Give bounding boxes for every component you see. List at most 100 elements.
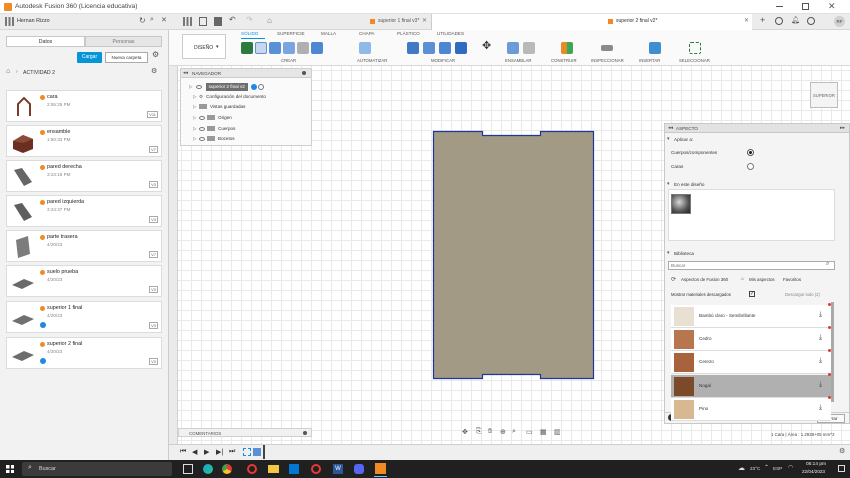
file-icon[interactable]: [199, 17, 207, 26]
discord-icon[interactable]: [354, 464, 364, 474]
user-avatar[interactable]: RF: [834, 16, 845, 27]
file-item[interactable]: cara 2:55:25 PM V11: [6, 90, 162, 122]
undo-icon[interactable]: ↶: [229, 15, 236, 24]
file-item[interactable]: parte trasera 4/20/23 V7: [6, 230, 162, 262]
fit-icon[interactable]: ⌕: [512, 428, 516, 436]
visibility-icon[interactable]: [199, 126, 205, 131]
taskbar-date[interactable]: 22/04/2023: [802, 469, 825, 474]
library-tab-fusion[interactable]: Aspectos de Fusion 360: [681, 277, 728, 282]
search-icon[interactable]: ⌕: [150, 16, 154, 24]
library-search-input[interactable]: [668, 261, 835, 270]
version-badge[interactable]: V7: [149, 251, 158, 258]
doc-tab-2[interactable]: superior 2 final v2* ✕: [432, 14, 752, 30]
browser-item-settings[interactable]: ▷ ⚙ Configuración del documento: [193, 92, 266, 101]
part-body[interactable]: [430, 128, 596, 382]
ribbon-group-label[interactable]: ENSAMBLAR: [505, 58, 532, 63]
search-icon[interactable]: ⌕: [826, 261, 829, 268]
library-tab-favorites[interactable]: Favoritos: [783, 277, 801, 282]
ribbon-tab[interactable]: CHAPA: [359, 31, 375, 36]
upload-button[interactable]: Cargar: [77, 52, 102, 63]
step-forward-icon[interactable]: ▶|: [216, 448, 228, 460]
ribbon-group-label[interactable]: CONSTRUIR: [551, 58, 577, 63]
new-tab-icon[interactable]: +: [760, 15, 765, 25]
notifications-center-icon[interactable]: [838, 465, 845, 472]
sketch-line-icon[interactable]: [255, 42, 267, 54]
store-icon[interactable]: [289, 464, 299, 474]
record-app-icon[interactable]: [247, 464, 257, 474]
pin-icon[interactable]: [302, 71, 306, 75]
fillet-icon[interactable]: [423, 42, 435, 54]
visibility-icon[interactable]: [199, 136, 205, 141]
language-indicator[interactable]: ESP: [773, 466, 782, 471]
version-badge[interactable]: V3: [149, 358, 158, 365]
browser-item-sketches[interactable]: ▷ Bocetos: [193, 134, 235, 143]
new-component-icon[interactable]: [507, 42, 519, 54]
ribbon-tab[interactable]: UTILIDADES: [437, 31, 464, 36]
windows-start-icon[interactable]: [6, 465, 14, 473]
refresh-icon[interactable]: ↻: [139, 16, 146, 25]
panel-collapse-icon[interactable]: ◂◂: [668, 125, 673, 131]
pattern-icon[interactable]: [311, 42, 323, 54]
file-item[interactable]: pared derecha 3:23:18 PM V3: [6, 160, 162, 192]
doc-tab-1[interactable]: superior 1 final v3* ✕: [340, 14, 432, 30]
task-view-icon[interactable]: [183, 464, 193, 474]
automate-icon[interactable]: [359, 42, 371, 54]
ribbon-tab[interactable]: SÓLIDO: [241, 31, 258, 36]
ribbon-group-label[interactable]: MODIFICAR: [431, 58, 455, 63]
collapse-icon[interactable]: ◂◂: [183, 70, 188, 76]
material-item[interactable]: Cerezo ⤓: [671, 349, 831, 374]
chamfer-icon[interactable]: [439, 42, 451, 54]
team-gear-icon[interactable]: ⚙: [151, 67, 157, 75]
timeline-settings-icon[interactable]: ⚙: [839, 447, 845, 455]
extrude-icon[interactable]: [269, 42, 281, 54]
tab-datos[interactable]: Datos: [6, 36, 85, 47]
opera-icon[interactable]: [311, 464, 321, 474]
comments-bar[interactable]: COMENTARIOS: [178, 428, 312, 437]
version-badge[interactable]: V11: [147, 111, 158, 118]
home-folder-icon[interactable]: ⌂: [6, 68, 10, 75]
notifications-icon[interactable]: 🔔︎: [791, 16, 800, 24]
version-badge[interactable]: V7: [149, 146, 158, 153]
file-item[interactable]: superior 1 final 4/20/23 V3: [6, 301, 162, 333]
file-item[interactable]: ensamble 1:50:33 PM V7: [6, 125, 162, 157]
doc-tab-2-close-icon[interactable]: ✕: [744, 17, 749, 24]
ribbon-group-label[interactable]: CREAR: [281, 58, 296, 63]
select-icon[interactable]: [689, 42, 701, 54]
ribbon-group-label[interactable]: AUTOMATIZAR: [357, 58, 387, 63]
download-all-link[interactable]: Descargar todo (2): [785, 292, 820, 297]
ribbon-tab[interactable]: MALLA: [321, 31, 336, 36]
browser-item-views[interactable]: ▷ Vistas guardadas: [193, 102, 245, 111]
help-icon[interactable]: [807, 17, 815, 25]
timeline-extrude-icon[interactable]: [253, 448, 261, 456]
ribbon-tab[interactable]: SUPERFICIE: [277, 31, 305, 36]
weather-text[interactable]: 23°C: [750, 466, 760, 471]
go-to-end-icon[interactable]: ⏭: [229, 448, 241, 460]
file-item[interactable]: suelo prueba 4/20/23 V3: [6, 265, 162, 297]
file-item[interactable]: pared izquierda 3:24:37 PM V3: [6, 195, 162, 227]
maximize-button[interactable]: [802, 3, 809, 10]
close-window-button[interactable]: ✕: [828, 1, 836, 12]
doc-tab-1-close-icon[interactable]: ✕: [422, 17, 427, 24]
wifi-icon[interactable]: ◠: [788, 464, 793, 471]
browser-item-bodies[interactable]: ▷ Cuerpos: [193, 124, 235, 133]
step-back-icon[interactable]: ◀: [192, 448, 204, 460]
version-badge[interactable]: V3: [149, 216, 158, 223]
viewcube[interactable]: SUPERIOR: [810, 82, 838, 108]
material-item[interactable]: Cedro ⤓: [671, 326, 831, 351]
display-settings-icon[interactable]: ▭: [526, 428, 533, 436]
move-icon[interactable]: ✥: [482, 39, 491, 52]
visibility-icon[interactable]: [199, 115, 205, 120]
taskbar-time[interactable]: 05:14 pm: [806, 462, 826, 467]
option-bodies-radio[interactable]: [747, 149, 754, 156]
pan-icon[interactable]: ✋︎: [488, 428, 492, 436]
shell-icon[interactable]: [455, 42, 467, 54]
fusion-taskbar-icon[interactable]: [375, 463, 386, 474]
version-badge[interactable]: V3: [149, 322, 158, 329]
joint-icon[interactable]: [523, 42, 535, 54]
download-icon[interactable]: ⤓: [819, 404, 827, 413]
steel-swatch[interactable]: [671, 194, 691, 214]
download-icon[interactable]: ⤓: [819, 334, 827, 343]
file-item[interactable]: superior 2 final 4/20/23 V3: [6, 337, 162, 369]
version-badge[interactable]: V3: [149, 286, 158, 293]
download-icon[interactable]: ⤓: [819, 311, 827, 320]
